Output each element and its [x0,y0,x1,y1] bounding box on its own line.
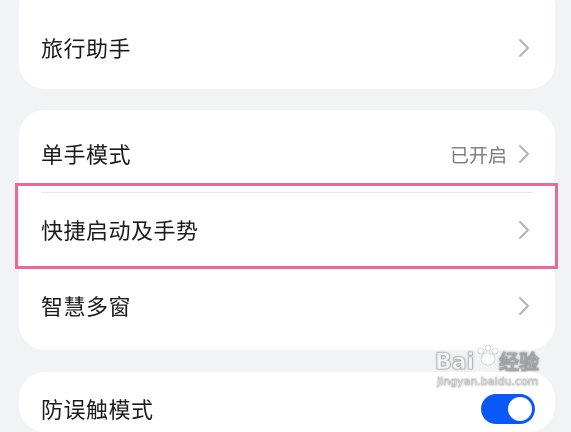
chevron-right-icon [519,39,529,57]
row-status-value: 已开启 [449,144,507,167]
settings-row-travel-assistant[interactable]: 旅行助手 [19,10,555,86]
settings-card-operation: 单手模式 已开启 快捷启动及手势 智慧多窗 [19,110,555,350]
row-label: 旅行助手 [41,38,132,63]
row-label: 快捷启动及手势 [41,220,199,245]
svg-text:经验: 经验 [499,350,539,374]
row-label: 单手模式 [41,144,132,169]
chevron-right-icon [519,221,529,239]
settings-card-travel: 旅行助手 [19,0,555,89]
settings-row-accidental-touch[interactable]: 防误触模式 [19,372,555,432]
chevron-right-icon [519,297,529,315]
settings-row-one-handed-mode[interactable]: 单手模式 已开启 [19,116,555,192]
accidental-touch-toggle[interactable] [481,394,535,424]
settings-row-smart-multi-window[interactable]: 智慧多窗 [19,268,555,344]
row-label: 智慧多窗 [41,296,132,321]
settings-card-protection: 防误触模式 [19,372,555,432]
chevron-right-icon [519,145,529,163]
row-label: 防误触模式 [41,399,154,424]
settings-row-quick-launch-gestures[interactable]: 快捷启动及手势 [19,192,555,268]
toggle-knob [508,397,532,421]
